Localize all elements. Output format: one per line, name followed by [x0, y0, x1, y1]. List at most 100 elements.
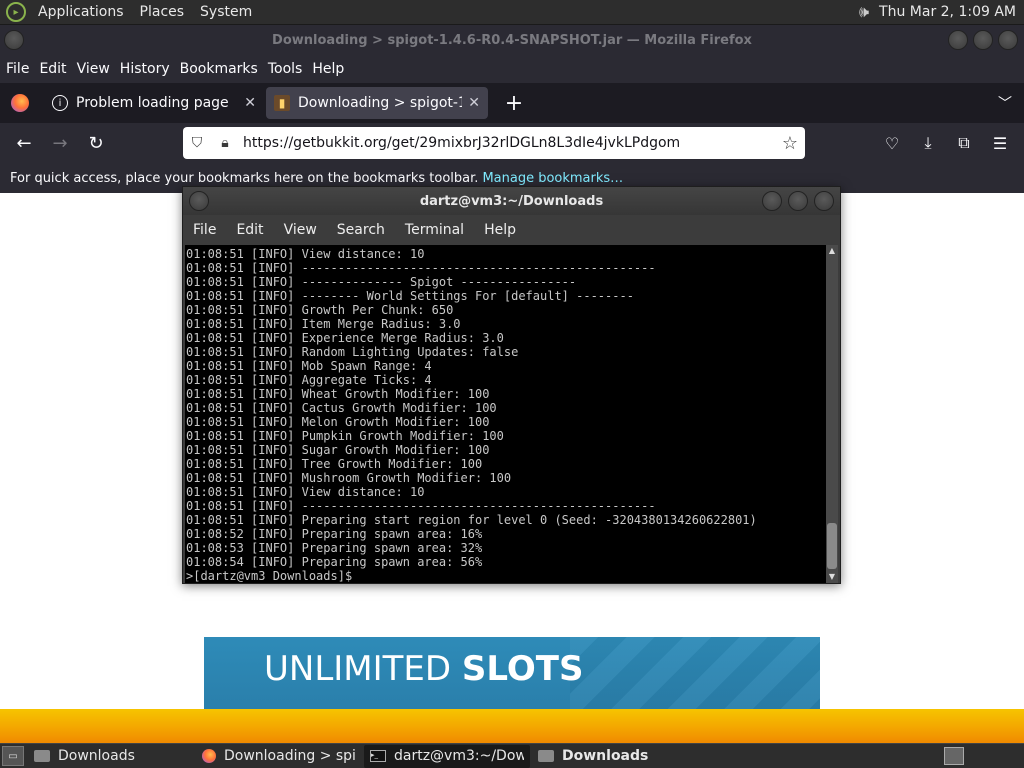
new-tab-button[interactable]: + [502, 91, 526, 116]
firefox-icon [202, 749, 216, 763]
shield-icon[interactable]: ⛉ [183, 135, 211, 151]
terminal-menu-file[interactable]: File [187, 222, 222, 238]
terminal-menu-help[interactable]: Help [478, 222, 522, 238]
scroll-up-icon[interactable]: ▲ [826, 245, 838, 257]
terminal-menu-terminal[interactable]: Terminal [399, 222, 470, 238]
window-menu-button[interactable] [189, 191, 209, 211]
terminal-line: 01:08:54 [INFO] Preparing spawn area: 56… [186, 555, 483, 569]
terminal-title: dartz@vm3:~/Downloads [419, 193, 604, 209]
workspace-switcher[interactable] [944, 747, 964, 765]
close-button[interactable] [998, 30, 1018, 50]
taskbar-item-downloads[interactable]: Downloads [28, 745, 194, 768]
terminal-line: 01:08:51 [INFO] -------- World Settings … [186, 289, 634, 303]
tab-downloading[interactable]: ▮ Downloading > spigot-1.4.6 ✕ [266, 87, 488, 119]
terminal-line: 01:08:51 [INFO] Mushroom Growth Modifier… [186, 471, 512, 485]
clock[interactable]: Thu Mar 2, 1:09 AM [875, 4, 1020, 20]
scrollbar-thumb[interactable] [827, 523, 837, 569]
terminal-line: 01:08:51 [INFO] ------------------------… [186, 499, 656, 513]
banner-text-light: UNLIMITED [264, 649, 452, 689]
folder-icon [34, 750, 50, 762]
terminal-titlebar[interactable]: dartz@vm3:~/Downloads [183, 187, 840, 215]
back-button[interactable]: ← [6, 125, 42, 161]
url-bar[interactable]: ⛉ 🔒︎ https://getbukkit.org/get/29mixbrJ3… [183, 127, 805, 159]
banner-text: UNLIMITED SLOTS [264, 649, 583, 689]
bookmark-star-icon[interactable]: ☆ [775, 133, 805, 154]
terminal-icon: ▸_ [370, 750, 386, 762]
tab-label: Problem loading page [76, 95, 229, 111]
firefox-view-button[interactable] [0, 83, 40, 123]
downloads-icon[interactable]: ⤓ [910, 125, 946, 161]
folder-icon [538, 750, 554, 762]
taskbar-item-downloads-2[interactable]: Downloads [532, 745, 698, 768]
terminal-line: 01:08:51 [INFO] -------------- Spigot --… [186, 275, 577, 289]
terminal-line: 01:08:51 [INFO] View distance: 10 [186, 485, 425, 499]
taskbar-item-terminal[interactable]: ▸_ dartz@vm3:~/Dow... [364, 744, 530, 768]
terminal-output[interactable]: 01:08:51 [INFO] View distance: 10 01:08:5… [185, 245, 827, 583]
tab-close-icon[interactable]: ✕ [244, 95, 256, 111]
scroll-down-icon[interactable]: ▼ [826, 571, 838, 583]
url-text[interactable]: https://getbukkit.org/get/29mixbrJ32rlDG… [239, 135, 775, 151]
terminal-line: 01:08:51 [INFO] ------------------------… [186, 261, 656, 275]
terminal-line: 01:08:51 [INFO] Experience Merge Radius:… [186, 331, 504, 345]
desktop-wallpaper [0, 709, 1024, 743]
places-menu[interactable]: Places [132, 4, 193, 20]
taskbar-item-firefox[interactable]: Downloading > spig... [196, 745, 362, 768]
minimize-button[interactable] [762, 191, 782, 211]
maximize-button[interactable] [973, 30, 993, 50]
terminal-line: 01:08:51 [INFO] Aggregate Ticks: 4 [186, 373, 432, 387]
firefox-titlebar[interactable]: Downloading > spigot-1.4.6-R0.4-SNAPSHOT… [0, 25, 1024, 55]
terminal-menu-edit[interactable]: Edit [230, 222, 269, 238]
close-button[interactable] [814, 191, 834, 211]
banner-text-bold: SLOTS [461, 649, 584, 689]
tab-problem-loading[interactable]: i Problem loading page ✕ [44, 87, 264, 119]
terminal-menu-view[interactable]: View [278, 222, 323, 238]
terminal-line: 01:08:51 [INFO] Random Lighting Updates:… [186, 345, 519, 359]
gnome-foot-icon[interactable]: ▸ [6, 2, 26, 22]
menu-help[interactable]: Help [308, 61, 348, 77]
tab-bar: i Problem loading page ✕ ▮ Downloading >… [0, 83, 1024, 123]
taskbar-item-label: Downloads [562, 748, 649, 764]
hamburger-menu-icon[interactable]: ☰ [982, 125, 1018, 161]
lock-icon[interactable]: 🔒︎ [211, 135, 239, 151]
bukkit-icon: ▮ [274, 95, 290, 111]
terminal-line: 01:08:53 [INFO] Preparing spawn area: 32… [186, 541, 483, 555]
maximize-button[interactable] [788, 191, 808, 211]
applications-menu[interactable]: Applications [30, 4, 132, 20]
menu-bookmarks[interactable]: Bookmarks [176, 61, 262, 77]
firefox-menubar: File Edit View History Bookmarks Tools H… [0, 55, 1024, 83]
terminal-scrollbar[interactable]: ▲ ▼ [826, 245, 838, 583]
navigation-bar: ← → ↻ ⛉ 🔒︎ https://getbukkit.org/get/29m… [0, 123, 1024, 163]
manage-bookmarks-link[interactable]: Manage bookmarks… [482, 171, 623, 186]
volume-icon[interactable]: 🕪 [853, 2, 875, 22]
chevron-down-icon[interactable]: ﹀ [998, 93, 1012, 113]
terminal-line: 01:08:51 [INFO] Mob Spawn Range: 4 [186, 359, 432, 373]
window-menu-button[interactable] [4, 30, 24, 50]
terminal-line: 01:08:51 [INFO] Pumpkin Growth Modifier:… [186, 429, 504, 443]
terminal-menu-search[interactable]: Search [331, 222, 391, 238]
menu-tools[interactable]: Tools [264, 61, 307, 77]
bottom-panel: ▭ Downloads Downloading > spig... ▸_ dar… [0, 743, 1024, 768]
terminal-line: 01:08:51 [INFO] Item Merge Radius: 3.0 [186, 317, 461, 331]
tab-close-icon[interactable]: ✕ [468, 95, 480, 111]
menu-history[interactable]: History [116, 61, 174, 77]
forward-button[interactable]: → [42, 125, 78, 161]
show-desktop-icon[interactable]: ▭ [2, 746, 24, 766]
minimize-button[interactable] [948, 30, 968, 50]
pocket-icon[interactable]: ♡ [874, 125, 910, 161]
terminal-line: 01:08:51 [INFO] Cactus Growth Modifier: … [186, 401, 497, 415]
reload-button[interactable]: ↻ [78, 125, 114, 161]
banner-stripes [570, 637, 820, 709]
ad-banner[interactable]: UNLIMITED SLOTS [204, 637, 820, 709]
menu-view[interactable]: View [73, 61, 114, 77]
menu-file[interactable]: File [2, 61, 33, 77]
terminal-line: 01:08:51 [INFO] View distance: 10 [186, 247, 425, 261]
terminal-window: dartz@vm3:~/Downloads File Edit View Sea… [182, 186, 841, 584]
terminal-line: 01:08:51 [INFO] Tree Growth Modifier: 10… [186, 457, 483, 471]
terminal-line: 01:08:52 [INFO] Preparing spawn area: 16… [186, 527, 483, 541]
terminal-prompt[interactable]: >[dartz@vm3 Downloads]$ [186, 569, 827, 583]
system-menu[interactable]: System [192, 4, 260, 20]
bookmarks-toolbar-message: For quick access, place your bookmarks h… [10, 170, 479, 186]
top-panel: ▸ Applications Places System 🕪 Thu Mar 2… [0, 0, 1024, 25]
menu-edit[interactable]: Edit [35, 61, 70, 77]
extensions-icon[interactable]: ⧉ [946, 125, 982, 161]
